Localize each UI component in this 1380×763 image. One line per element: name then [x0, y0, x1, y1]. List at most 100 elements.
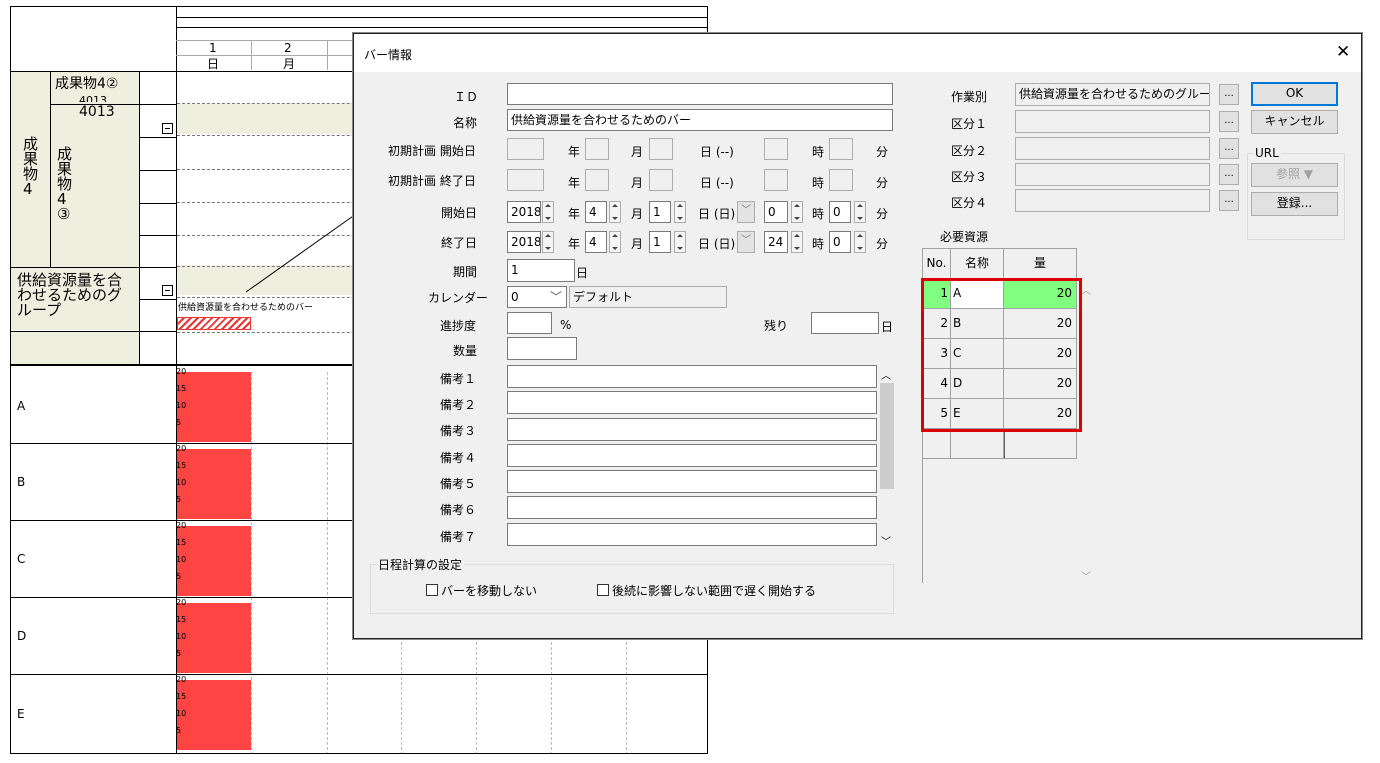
- init-start-hour[interactable]: [764, 138, 788, 160]
- name-input[interactable]: 供給資源量を合わせるためのバー: [507, 109, 893, 131]
- hour-label: 時: [812, 145, 825, 159]
- collapse-toggle[interactable]: [162, 123, 173, 134]
- end-minute-input[interactable]: 0: [829, 231, 851, 253]
- start-hour-input[interactable]: 0: [764, 201, 788, 223]
- grid-cell-empty[interactable]: [951, 429, 1004, 459]
- end-date-label: 終了日: [441, 236, 478, 250]
- tree-cell: [11, 332, 139, 364]
- grid-cell-no[interactable]: 1: [923, 279, 951, 309]
- link-line: [245, 213, 357, 293]
- note-input-4[interactable]: [507, 444, 877, 467]
- notes-scrollbar[interactable]: ︿ ﹀: [879, 365, 895, 548]
- end-day-input[interactable]: 1: [649, 231, 671, 253]
- grid-cell-no[interactable]: 3: [923, 339, 951, 369]
- tree-item-label: 成果物4③: [57, 145, 73, 223]
- scroll-thumb[interactable]: [880, 383, 894, 489]
- work-type-browse-button[interactable]: ...: [1219, 84, 1239, 105]
- grid-cell-empty[interactable]: [923, 429, 951, 459]
- tree-item-id: 4013: [79, 104, 115, 120]
- start-day-input[interactable]: 1: [649, 201, 671, 223]
- start-month-spinner[interactable]: [609, 201, 621, 223]
- note-input-5[interactable]: [507, 470, 877, 493]
- start-year-spinner[interactable]: [542, 201, 554, 223]
- grid-cell-name[interactable]: D: [951, 369, 1004, 399]
- chevron-down-icon[interactable]: ﹀: [737, 231, 755, 253]
- resource-load-bar: [177, 449, 251, 519]
- weekday-1: 日: [207, 57, 220, 71]
- grid-cell-qty[interactable]: 20: [1004, 309, 1077, 339]
- id-input[interactable]: [507, 83, 893, 105]
- end-hour-input[interactable]: 24: [764, 231, 788, 253]
- init-start-minute[interactable]: [829, 138, 853, 160]
- init-start-month[interactable]: [585, 138, 609, 160]
- start-minute-input[interactable]: 0: [829, 201, 851, 223]
- note-label: 備考６: [440, 503, 477, 517]
- grid-cell-qty[interactable]: 20: [1004, 339, 1077, 369]
- collapse-toggle[interactable]: [162, 285, 173, 296]
- end-month-input[interactable]: 4: [585, 231, 607, 253]
- note-input-1[interactable]: [507, 365, 877, 388]
- chevron-up-icon[interactable]: ︿: [881, 367, 891, 382]
- note-input-3[interactable]: [507, 418, 877, 441]
- grid-cell-qty[interactable]: 20: [1004, 369, 1077, 399]
- init-end-minute[interactable]: [829, 169, 853, 191]
- class1-browse-button[interactable]: ...: [1219, 111, 1239, 132]
- ok-button[interactable]: OK: [1251, 82, 1338, 106]
- remaining-input[interactable]: [811, 312, 879, 334]
- grid-cell-name[interactable]: E: [951, 399, 1004, 429]
- end-minute-spinner[interactable]: [854, 231, 866, 253]
- grid-cell-qty[interactable]: 20: [1004, 279, 1077, 309]
- end-month-spinner[interactable]: [609, 231, 621, 253]
- start-day-spinner[interactable]: [674, 201, 686, 223]
- start-year-input[interactable]: 2018: [507, 201, 541, 223]
- chevron-down-icon[interactable]: ﹀: [1081, 568, 1091, 583]
- grid-cell-no[interactable]: 5: [923, 399, 951, 429]
- grid-cell-name[interactable]: B: [951, 309, 1004, 339]
- end-year-spinner[interactable]: [542, 231, 554, 253]
- grid-header-qty: 量: [1004, 249, 1077, 279]
- year-label: 年: [568, 237, 581, 251]
- chevron-down-icon[interactable]: ﹀: [881, 533, 891, 548]
- class4-browse-button[interactable]: ...: [1219, 190, 1239, 211]
- grid-cell-no[interactable]: 4: [923, 369, 951, 399]
- end-hour-spinner[interactable]: [791, 231, 803, 253]
- class3-browse-button[interactable]: ...: [1219, 164, 1239, 185]
- url-register-button[interactable]: 登録...: [1251, 192, 1338, 216]
- init-start-day[interactable]: [649, 138, 673, 160]
- calendar-select[interactable]: 0 ﹀: [507, 286, 567, 308]
- cancel-button[interactable]: キャンセル: [1251, 110, 1338, 134]
- note-input-2[interactable]: [507, 391, 877, 414]
- minute-label: 分: [876, 237, 889, 251]
- note-input-7[interactable]: [507, 523, 877, 546]
- start-hour-spinner[interactable]: [791, 201, 803, 223]
- grid-cell-qty[interactable]: 20: [1004, 399, 1077, 429]
- init-start-year[interactable]: [507, 138, 544, 160]
- late-start-label: 後続に影響しない範囲で遅く開始する: [612, 584, 817, 598]
- no-move-checkbox[interactable]: [426, 584, 438, 596]
- quantity-input[interactable]: [507, 337, 577, 360]
- init-end-hour[interactable]: [764, 169, 788, 191]
- late-start-checkbox[interactable]: [597, 584, 609, 596]
- header-col-line: [327, 40, 328, 70]
- duration-input[interactable]: 1: [507, 259, 575, 282]
- grid-cell-empty[interactable]: [1004, 429, 1077, 459]
- chevron-down-icon[interactable]: ﹀: [737, 201, 755, 223]
- chevron-up-icon[interactable]: ︿: [1081, 282, 1091, 297]
- url-browse-button[interactable]: 参照 ▼: [1251, 163, 1338, 187]
- grid-cell-no[interactable]: 2: [923, 309, 951, 339]
- end-day-spinner[interactable]: [674, 231, 686, 253]
- init-end-day[interactable]: [649, 169, 673, 191]
- init-end-year[interactable]: [507, 169, 544, 191]
- start-month-input[interactable]: 4: [585, 201, 607, 223]
- end-year-input[interactable]: 2018: [507, 231, 541, 253]
- class2-browse-button[interactable]: ...: [1219, 138, 1239, 159]
- note-input-6[interactable]: [507, 496, 877, 519]
- grid-cell-name[interactable]: C: [951, 339, 1004, 369]
- grid-cell-name[interactable]: A: [951, 279, 1004, 309]
- gantt-bar[interactable]: [177, 317, 251, 330]
- close-icon[interactable]: ✕: [1336, 42, 1350, 62]
- start-minute-spinner[interactable]: [854, 201, 866, 223]
- init-end-month[interactable]: [585, 169, 609, 191]
- minute-label: 分: [876, 145, 889, 159]
- progress-input[interactable]: [507, 312, 552, 334]
